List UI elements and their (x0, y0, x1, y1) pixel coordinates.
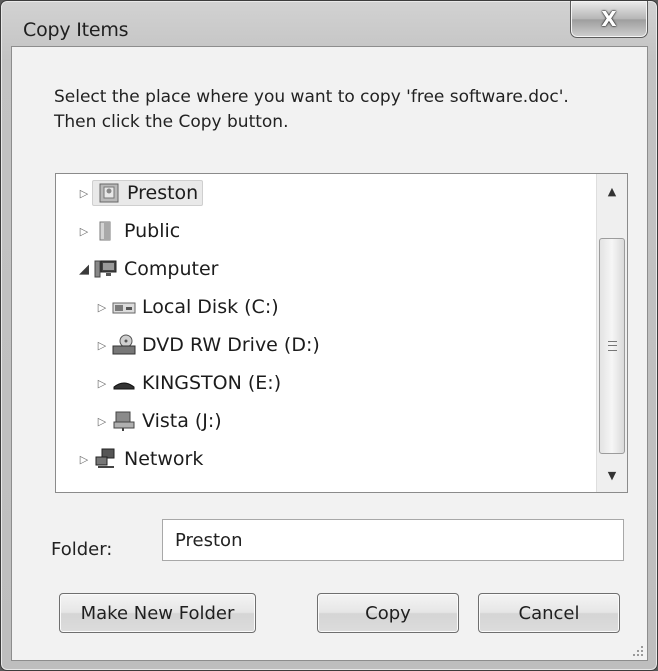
scroll-up-button[interactable]: ▲ (597, 176, 627, 206)
computer-icon (94, 258, 118, 280)
tree-item-label: Local Disk (C:) (142, 296, 279, 318)
tree-item-label: Network (124, 448, 204, 470)
tree-item-label: Preston (127, 182, 199, 204)
close-icon: X (601, 7, 617, 31)
tree-item-public[interactable]: ▷ Public (76, 214, 180, 248)
tree-item-local-disk[interactable]: ▷ Local Disk (C:) (94, 290, 279, 324)
network-drive-icon (112, 410, 136, 432)
expand-arrow-icon[interactable]: ▷ (76, 453, 92, 466)
scrollbar-thumb[interactable] (599, 238, 625, 454)
folder-name-input[interactable] (162, 519, 624, 561)
expand-arrow-icon[interactable]: ▷ (94, 301, 110, 314)
tree-item-label: DVD RW Drive (D:) (142, 334, 320, 356)
expand-arrow-icon[interactable]: ▷ (94, 339, 110, 352)
tree-item-preston[interactable]: ▷ Preston (76, 176, 204, 210)
tree-item-label: Public (124, 220, 181, 242)
folder-tree[interactable]: ▷ Preston ▷ Public ◢ Computer ▷ Local Di… (55, 173, 628, 493)
tree-item-vista[interactable]: ▷ Vista (J:) (94, 404, 222, 438)
tree-item-network[interactable]: ▷ Network (76, 442, 204, 476)
expand-arrow-icon[interactable]: ▷ (94, 415, 110, 428)
dvd-drive-icon (112, 334, 136, 356)
expand-arrow-icon[interactable]: ▷ (76, 225, 92, 238)
tree-item-dvd-drive[interactable]: ▷ DVD RW Drive (D:) (94, 328, 320, 362)
selected-highlight: Preston (92, 180, 204, 206)
tree-item-label: Computer (124, 258, 219, 280)
user-folder-icon (97, 182, 121, 204)
tree-item-computer[interactable]: ◢ Computer (76, 252, 218, 286)
expand-arrow-icon[interactable]: ▷ (94, 377, 110, 390)
folder-label: Folder: (51, 539, 113, 560)
grip-icon (608, 341, 617, 351)
title-bar[interactable]: Copy Items X (1, 1, 657, 43)
collapse-arrow-icon[interactable]: ◢ (76, 262, 92, 277)
tree-item-kingston[interactable]: ▷ KINGSTON (E:) (94, 366, 281, 400)
vertical-scrollbar[interactable]: ▲ ▼ (596, 174, 627, 492)
copy-items-dialog: Copy Items X Select the place where you … (0, 0, 658, 671)
dialog-body: Select the place where you want to copy … (11, 46, 648, 661)
hard-disk-icon (112, 296, 136, 318)
cancel-button[interactable]: Cancel (478, 593, 620, 633)
close-button[interactable]: X (570, 1, 648, 38)
network-icon (94, 448, 118, 470)
copy-button[interactable]: Copy (317, 593, 459, 633)
expand-arrow-icon[interactable]: ▷ (76, 187, 92, 200)
window-title: Copy Items (23, 19, 129, 41)
make-new-folder-button[interactable]: Make New Folder (59, 593, 256, 633)
scroll-down-button[interactable]: ▼ (597, 460, 627, 490)
resize-grip-icon[interactable] (631, 644, 643, 656)
folder-icon (94, 220, 118, 242)
tree-item-label: KINGSTON (E:) (142, 372, 282, 394)
instruction-text: Select the place where you want to copy … (54, 87, 569, 132)
usb-drive-icon (112, 372, 136, 394)
tree-item-label: Vista (J:) (142, 410, 222, 432)
